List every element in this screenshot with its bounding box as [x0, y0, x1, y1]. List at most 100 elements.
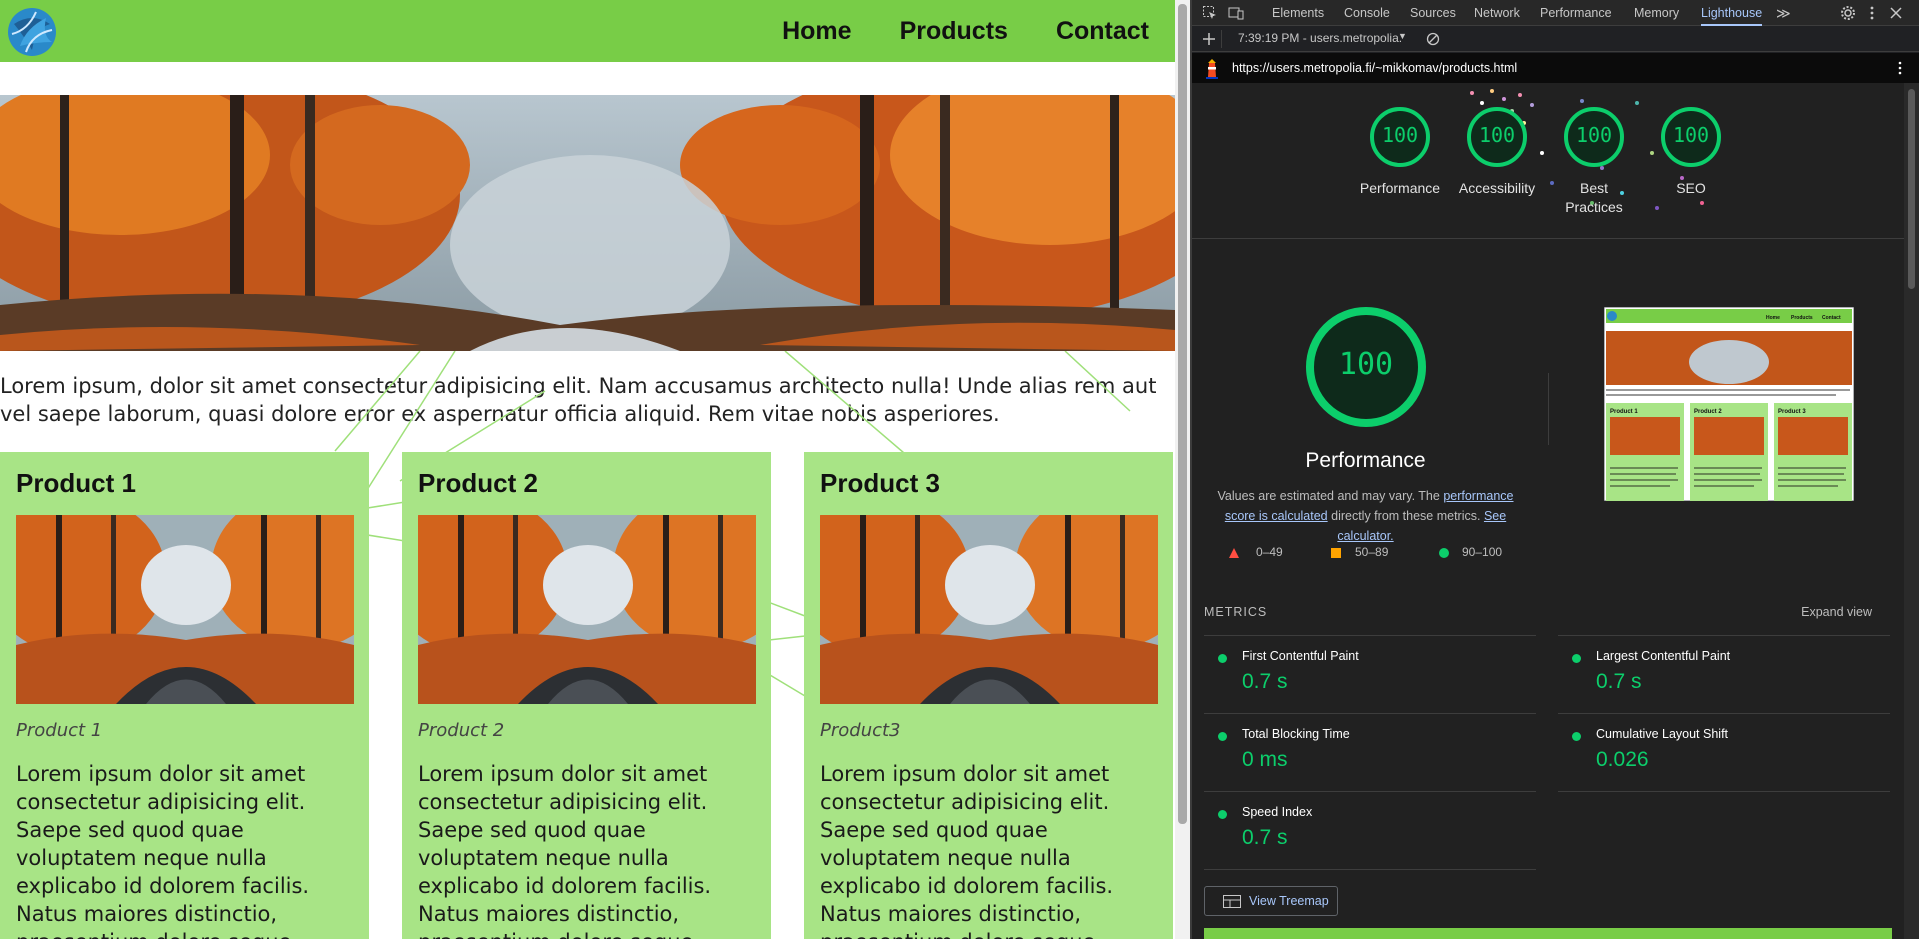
thumb-product-3: Product 3: [1778, 409, 1806, 415]
accessibility-label: Accessibility: [1458, 180, 1536, 196]
product-title: Product 3: [820, 468, 940, 498]
metric-total-blocking-time: Total Blocking Time 0 ms: [1204, 714, 1536, 792]
lighthouse-logo-icon: [1206, 59, 1218, 79]
toolbar-divider: [1221, 30, 1222, 48]
devtools-panel: Elements Console Sources Network Perform…: [1192, 0, 1919, 939]
report-menu-icon[interactable]: [1894, 61, 1906, 75]
inspect-element-icon[interactable]: [1202, 5, 1218, 21]
tab-sources[interactable]: Sources: [1410, 0, 1456, 26]
pass-dot-icon: [1218, 732, 1227, 741]
page-scrollbar[interactable]: [1175, 0, 1190, 939]
device-toolbar-icon[interactable]: [1228, 5, 1244, 21]
metric-label: Largest Contentful Paint: [1596, 649, 1731, 663]
note-text: Values are estimated and may vary. The: [1217, 489, 1444, 503]
nav-contact-link[interactable]: Contact: [1056, 17, 1149, 46]
product-description: Lorem ipsum dolor sit amet consectetur a…: [418, 762, 712, 939]
accessibility-score: 100: [1478, 123, 1516, 147]
best-practices-label: Best Practices: [1565, 180, 1623, 215]
product-title: Product 1: [16, 468, 136, 498]
note-text-2: directly from these metrics.: [1327, 509, 1484, 523]
product-caption: Product 1: [16, 720, 103, 741]
metric-label: Total Blocking Time: [1242, 727, 1350, 741]
more-tabs-icon[interactable]: ≫: [1776, 0, 1791, 26]
metric-label: Cumulative Layout Shift: [1596, 727, 1729, 741]
metric-value: 0.7 s: [1242, 826, 1288, 849]
metric-largest-contentful-paint: Largest Contentful Paint 0.7 s: [1558, 636, 1890, 714]
performance-score: 100: [1381, 123, 1419, 147]
tab-elements[interactable]: Elements: [1272, 0, 1324, 26]
tab-performance[interactable]: Performance: [1540, 0, 1612, 26]
audited-url[interactable]: https://users.metropolia.fi/~mikkomav/pr…: [1232, 61, 1517, 75]
nav-home-link[interactable]: Home: [782, 17, 851, 46]
view-treemap-button[interactable]: View Treemap: [1204, 886, 1338, 916]
nav-products-link[interactable]: Products: [900, 17, 1008, 46]
thumb-nav-home: Home: [1766, 315, 1780, 321]
metrics-heading: METRICS: [1204, 605, 1268, 619]
site-header: Home Products Contact: [0, 0, 1175, 62]
average-square-icon: [1331, 548, 1341, 558]
pass-dot-icon: [1572, 654, 1581, 663]
product-card-3: Product 3 Product3 Lorem ipsum dolor sit…: [804, 452, 1173, 939]
intro-paragraph: Lorem ipsum, dolor sit amet consectetur …: [0, 374, 1157, 426]
performance-main-score: 100: [1338, 347, 1394, 382]
new-report-plus-icon[interactable]: [1202, 32, 1216, 46]
performance-note: Values are estimated and may vary. The p…: [1202, 486, 1529, 546]
product-image: [820, 515, 1158, 704]
product-caption: Product3: [820, 720, 901, 741]
metric-value: 0.7 s: [1242, 670, 1288, 693]
seo-score: 100: [1672, 123, 1710, 147]
lighthouse-report: 100 Performance 100 Accessibility 100 Be…: [1192, 83, 1904, 939]
clear-reports-icon[interactable]: [1426, 32, 1440, 46]
product-card-2: Product 2 Product 2 Lorem ipsum dolor si…: [402, 452, 771, 939]
settings-gear-icon[interactable]: [1840, 5, 1856, 21]
product-image: [16, 515, 354, 704]
site-nav: Home Products Contact: [782, 0, 1149, 62]
report-scrollbar-thumb[interactable]: [1908, 89, 1915, 289]
metric-label: Speed Index: [1242, 805, 1313, 819]
best-practices-score: 100: [1575, 123, 1613, 147]
product-caption: Product 2: [418, 720, 505, 741]
vertical-divider: [1548, 373, 1549, 445]
hero-forest-image: [0, 95, 1175, 351]
report-dropdown-chevron-icon[interactable]: ▼: [1398, 31, 1407, 41]
legend-pass: 90–100: [1462, 545, 1503, 559]
tab-lighthouse[interactable]: Lighthouse: [1701, 0, 1763, 26]
tab-network[interactable]: Network: [1474, 0, 1520, 26]
section-divider: [1192, 238, 1904, 239]
product-description: Lorem ipsum dolor sit amet consectetur a…: [16, 762, 310, 939]
close-devtools-icon[interactable]: [1888, 5, 1904, 21]
expand-view-toggle[interactable]: Expand view: [1801, 605, 1872, 619]
site-logo-icon[interactable]: [6, 6, 58, 58]
pass-dot-icon: [1218, 654, 1227, 663]
performance-label: Performance: [1359, 180, 1441, 196]
website-viewport: Home Products Contact Lorem ipsum, dolor…: [0, 0, 1175, 939]
lighthouse-toolbar: 7:39:19 PM - users.metropolia. ▼: [1192, 26, 1919, 52]
fail-triangle-icon: [1229, 548, 1239, 558]
report-scrollbar[interactable]: [1904, 83, 1919, 939]
thumb-product-1: Product 1: [1610, 409, 1638, 415]
metric-label: First Contentful Paint: [1242, 649, 1359, 663]
thumb-nav-products: Products: [1791, 315, 1813, 321]
tab-memory[interactable]: Memory: [1634, 0, 1679, 26]
metric-first-contentful-paint: First Contentful Paint 0.7 s: [1204, 636, 1536, 714]
product-title: Product 2: [418, 468, 538, 498]
lighthouse-url-bar: https://users.metropolia.fi/~mikkomav/pr…: [1192, 53, 1919, 83]
product-card-1: Product 1 Product 1 Lorem ipsum dolor si…: [0, 452, 369, 939]
tab-console[interactable]: Console: [1344, 0, 1390, 26]
pass-dot-icon: [1572, 732, 1581, 741]
filmstrip: [1204, 928, 1892, 939]
metric-value: 0.026: [1596, 748, 1649, 771]
metric-cumulative-layout-shift: Cumulative Layout Shift 0.026: [1558, 714, 1890, 792]
devtools-tabbar: Elements Console Sources Network Perform…: [1192, 0, 1919, 26]
pass-dot-icon: [1218, 810, 1227, 819]
thumb-product-2: Product 2: [1694, 409, 1722, 415]
page-scrollbar-thumb[interactable]: [1178, 4, 1187, 824]
metric-value: 0 ms: [1242, 748, 1288, 771]
metric-speed-index: Speed Index 0.7 s: [1204, 792, 1536, 870]
final-screenshot-thumbnail[interactable]: Home Products Contact Product 1 Product …: [1604, 307, 1854, 501]
treemap-icon: [1223, 895, 1241, 908]
metric-value: 0.7 s: [1596, 670, 1642, 693]
legend-fail: 0–49: [1256, 545, 1283, 559]
report-selector[interactable]: 7:39:19 PM - users.metropolia.: [1238, 31, 1402, 45]
more-options-icon[interactable]: [1864, 5, 1880, 21]
